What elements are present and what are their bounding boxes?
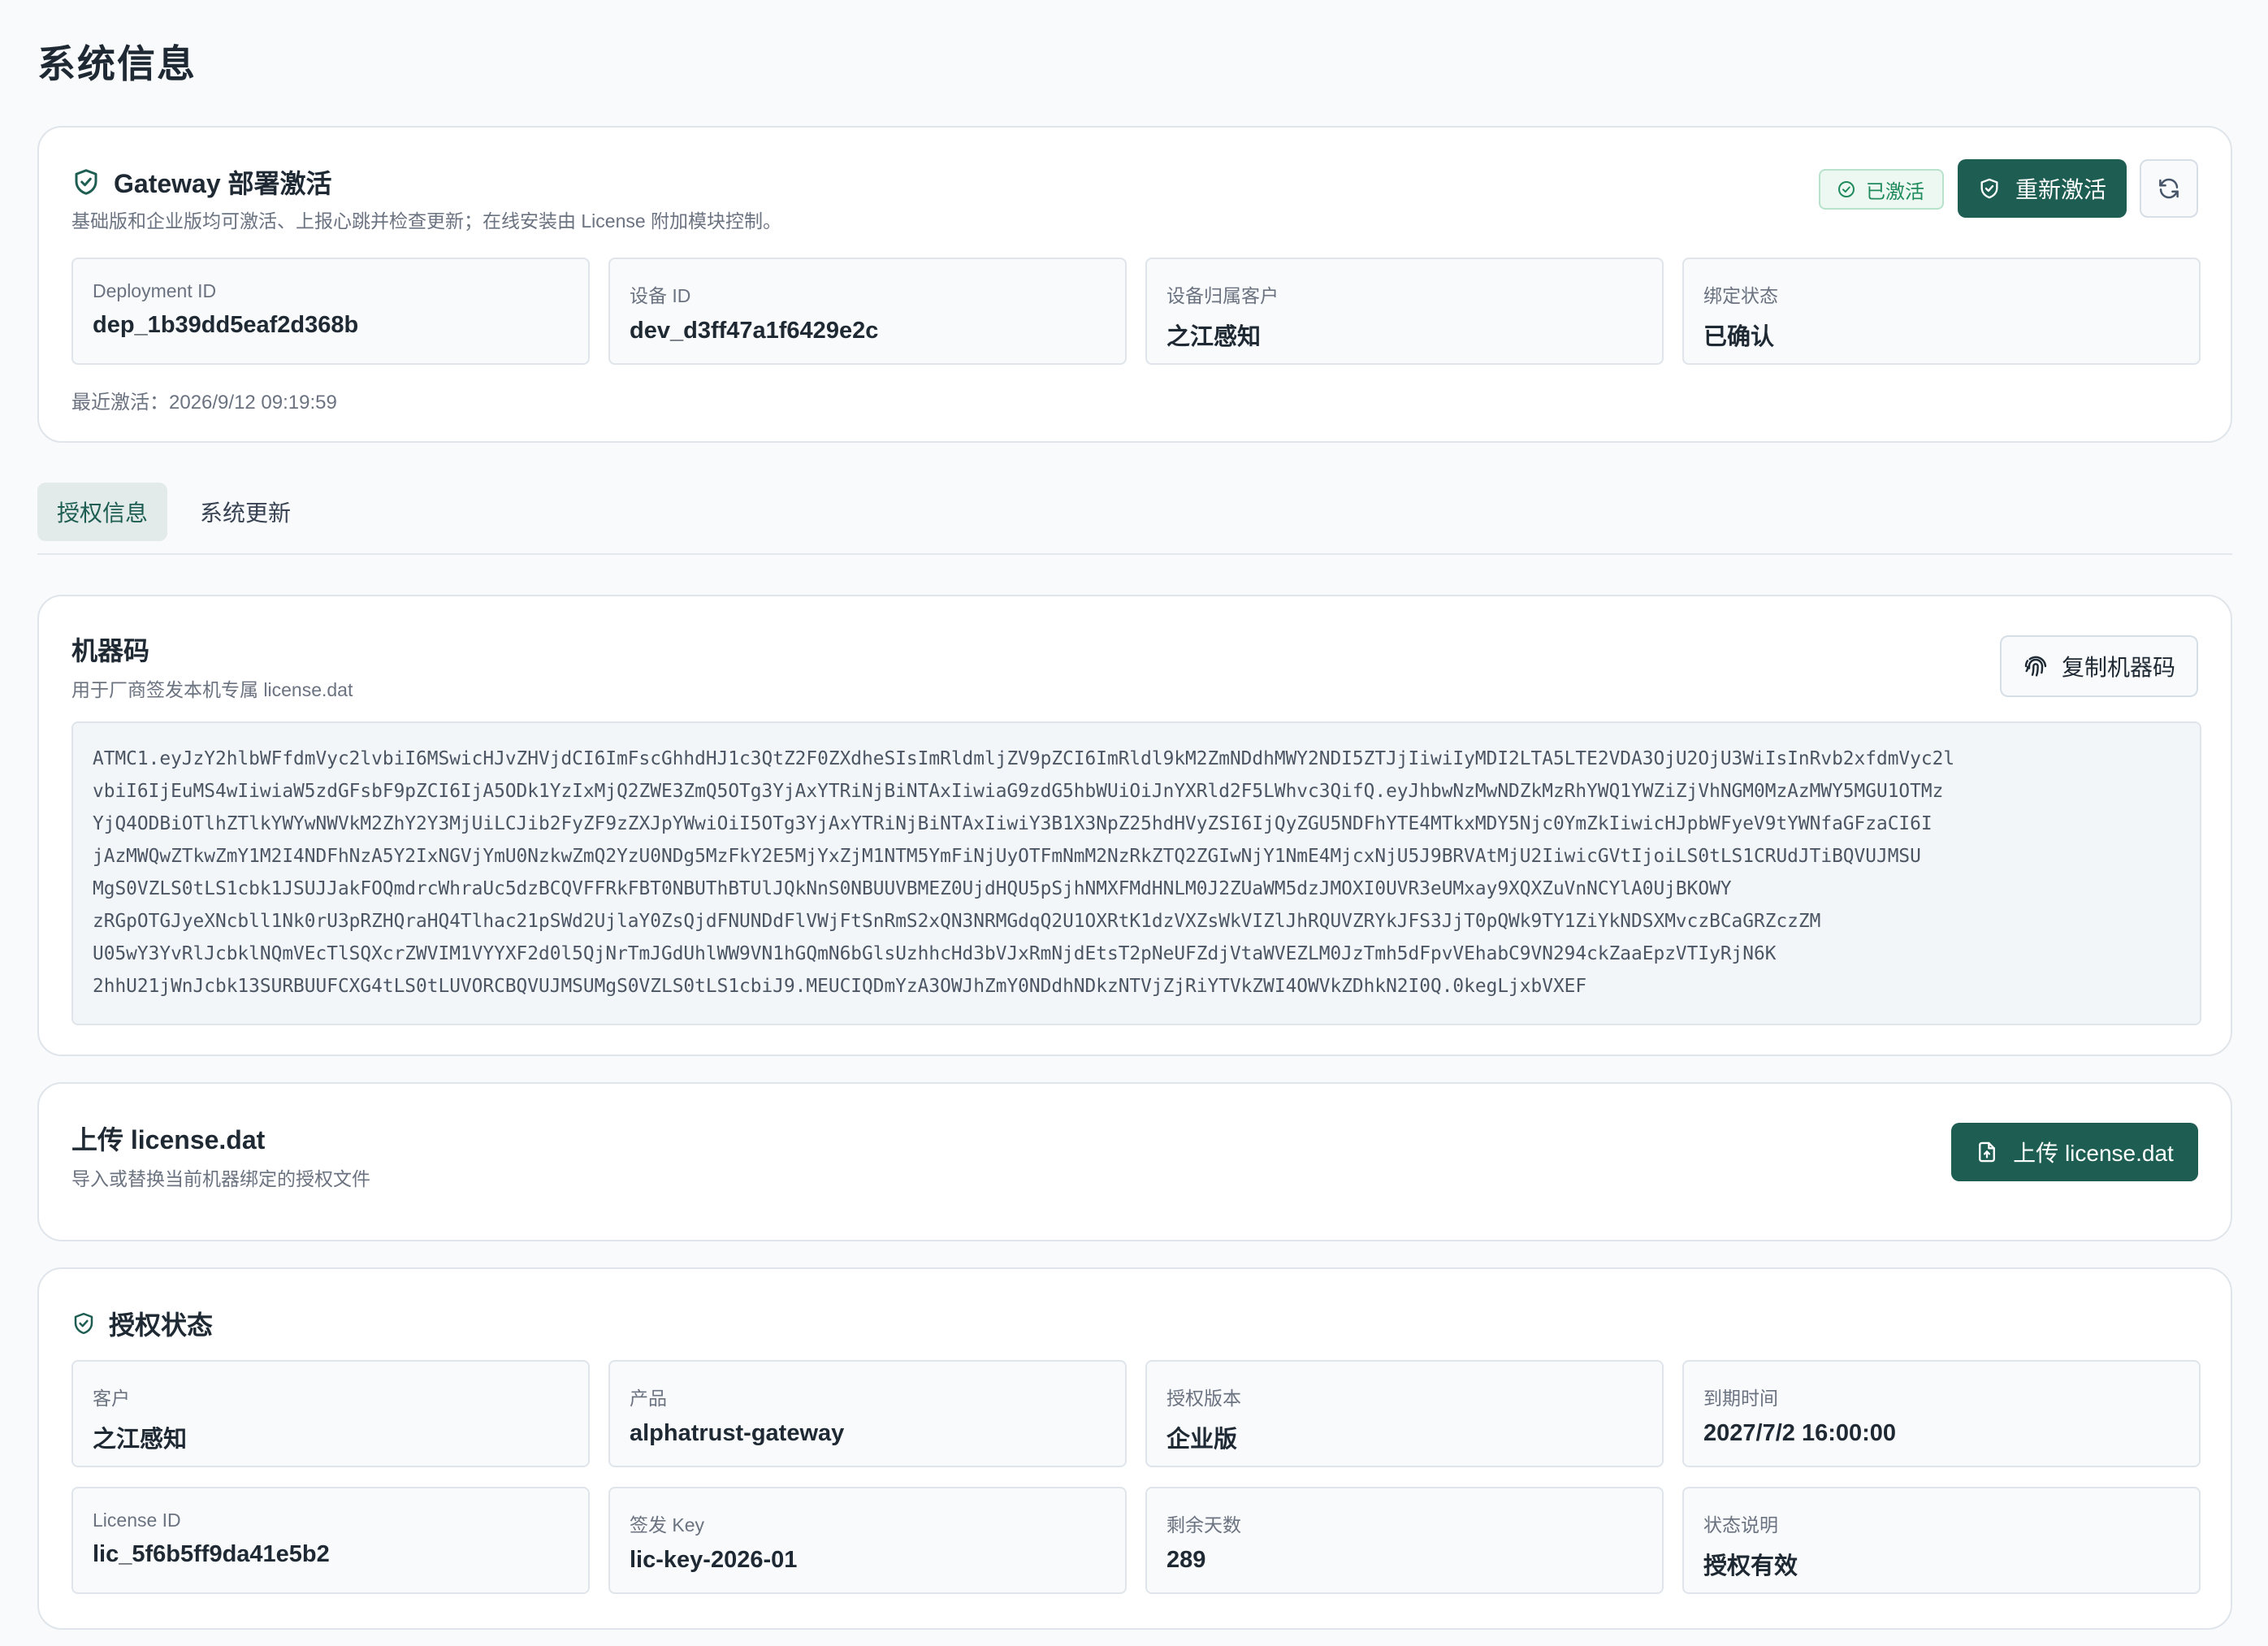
field-value: 之江感知 [93, 1427, 188, 1453]
signing-key-field: 签发 Key lic-key-2026-01 [608, 1487, 1127, 1594]
gateway-activation-card: Gateway 部署激活 基础版和企业版均可激活、上报心跳并检查更新；在线安装由… [37, 126, 2232, 443]
binding-status-field: 绑定状态 已确认 [1682, 258, 2201, 365]
field-value: alphatrust-gateway [630, 1420, 845, 1446]
field-value: dep_1b39dd5eaf2d368b [93, 312, 359, 338]
fingerprint-icon [2023, 653, 2049, 679]
field-label: 产品 [630, 1388, 667, 1409]
reactivate-button-label: 重新激活 [2015, 177, 2106, 202]
tab-divider [37, 553, 2232, 555]
field-label: 绑定状态 [1703, 285, 1778, 306]
shield-check-icon [1978, 177, 2001, 200]
license-edition-field: 授权版本 企业版 [1145, 1360, 1664, 1467]
upload-license-title: 上传 license.dat [71, 1125, 266, 1154]
machine-code-subtitle: 用于厂商签发本机专属 license.dat [71, 679, 353, 700]
upload-license-button-label: 上传 license.dat [2013, 1141, 2174, 1166]
field-label: Deployment ID [93, 280, 217, 301]
field-value: lic_5f6b5ff9da41e5b2 [93, 1541, 330, 1567]
upload-license-card: 上传 license.dat 导入或替换当前机器绑定的授权文件 上传 licen… [37, 1082, 2232, 1241]
device-customer-field: 设备归属客户 之江感知 [1145, 258, 1664, 365]
license-id-field: License ID lic_5f6b5ff9da41e5b2 [71, 1487, 590, 1594]
device-id-field: 设备 ID dev_d3ff47a1f6429e2c [608, 258, 1127, 365]
field-label: 设备 ID [630, 285, 691, 306]
field-value: 已确认 [1703, 324, 1775, 350]
gateway-card-subtitle: 基础版和企业版均可激活、上报心跳并检查更新；在线安装由 License 附加模块… [71, 210, 782, 232]
refresh-button[interactable] [2140, 159, 2198, 218]
file-upload-icon [1976, 1141, 1998, 1163]
field-value: 企业版 [1166, 1427, 1238, 1453]
tab-license-info[interactable]: 授权信息 [37, 483, 168, 541]
machine-code-line: MgS0VZLS0tLS1cbk1JSUJJakFOQmdrcWhraUc5dz… [93, 878, 1732, 899]
last-activated-time: 最近激活：2026/9/12 09:19:59 [71, 392, 337, 414]
machine-code-card: 机器码 用于厂商签发本机专属 license.dat 复制机器码 ATMC1.e… [37, 595, 2232, 1056]
product-field: 产品 alphatrust-gateway [608, 1360, 1127, 1467]
shield-check-icon [71, 167, 101, 197]
status-description-field: 状态说明 授权有效 [1682, 1487, 2201, 1594]
field-value: 2027/7/2 16:00:00 [1703, 1420, 1897, 1446]
system-info-page: 系统信息 Gateway 部署激活 基础版和企业版均可激活、上报心跳并检查更新；… [0, 0, 2268, 1646]
field-value: 授权有效 [1703, 1553, 1798, 1579]
machine-code-line: zRGpOTGJyeXNcbll1Nk0rU3pRZHQraHQ4Tlhac21… [93, 911, 1821, 932]
machine-code-line: U05wY3YvRlJcbklNQmVEcTlSQXcrZWVIM1VYYXF2… [93, 943, 1777, 964]
check-circle-icon [1837, 180, 1856, 199]
field-label: 到期时间 [1703, 1388, 1778, 1409]
license-status-title: 授权状态 [109, 1310, 214, 1340]
machine-code-line: YjQ4ODBiOTlhZTlkYWYwNWVkM2ZhY2Y3MjUiLCJi… [93, 813, 1933, 834]
gateway-card-title: Gateway 部署激活 [114, 169, 332, 198]
remaining-days-field: 剩余天数 289 [1145, 1487, 1664, 1594]
upload-license-button[interactable]: 上传 license.dat [1951, 1123, 2198, 1181]
field-label: 签发 Key [630, 1514, 705, 1536]
shield-check-icon [71, 1311, 96, 1336]
machine-code-textarea[interactable]: ATMC1.eyJzY2hlbWFfdmVyc2lvbiI6MSwicHJvZH… [71, 721, 2201, 1025]
field-label: 剩余天数 [1166, 1514, 1241, 1536]
field-label: 客户 [93, 1388, 130, 1409]
upload-license-subtitle: 导入或替换当前机器绑定的授权文件 [71, 1168, 370, 1189]
tab-system-update[interactable]: 系统更新 [180, 483, 310, 541]
field-value: 289 [1166, 1547, 1206, 1573]
activated-status-badge: 已激活 [1819, 169, 1944, 210]
deployment-id-field: Deployment ID dep_1b39dd5eaf2d368b [71, 258, 590, 365]
field-value: dev_d3ff47a1f6429e2c [630, 318, 879, 344]
machine-code-title: 机器码 [71, 636, 150, 665]
machine-code-line: jAzMWQwZTkwZmY1M2I4NDFhNzA5Y2IxNGVjYmU0N… [93, 846, 1921, 867]
page-title: 系统信息 [37, 42, 197, 85]
copy-machine-code-button[interactable]: 复制机器码 [1999, 635, 2198, 697]
machine-code-line: ATMC1.eyJzY2hlbWFfdmVyc2lvbiI6MSwicHJvZH… [93, 748, 1955, 769]
field-value: lic-key-2026-01 [630, 1547, 798, 1573]
activated-status-label: 已激活 [1866, 180, 1924, 203]
machine-code-line: vbiI6IjEuMS4wIiwiaW5zdGFsbF9pZCI6IjA5ODk… [93, 781, 1944, 802]
license-status-card: 授权状态 客户 之江感知 产品 alphatrust-gateway 授权版本 … [37, 1267, 2232, 1630]
reactivate-button[interactable]: 重新激活 [1958, 159, 2127, 218]
field-label: License ID [93, 1510, 181, 1531]
machine-code-line: 2hhU21jWnJcbk13SURBUUFCXG4tLS0tLUVORCBQV… [93, 976, 1587, 997]
field-label: 设备归属客户 [1166, 285, 1279, 306]
license-status-header: 授权状态 [71, 1305, 213, 1342]
gateway-card-header: Gateway 部署激活 [71, 163, 332, 201]
refresh-icon [2157, 176, 2181, 201]
field-label: 状态说明 [1703, 1514, 1778, 1536]
field-value: 之江感知 [1166, 324, 1262, 350]
field-label: 授权版本 [1166, 1388, 1241, 1409]
expiry-time-field: 到期时间 2027/7/2 16:00:00 [1682, 1360, 2201, 1467]
copy-machine-code-label: 复制机器码 [2061, 655, 2175, 680]
customer-field: 客户 之江感知 [71, 1360, 590, 1467]
